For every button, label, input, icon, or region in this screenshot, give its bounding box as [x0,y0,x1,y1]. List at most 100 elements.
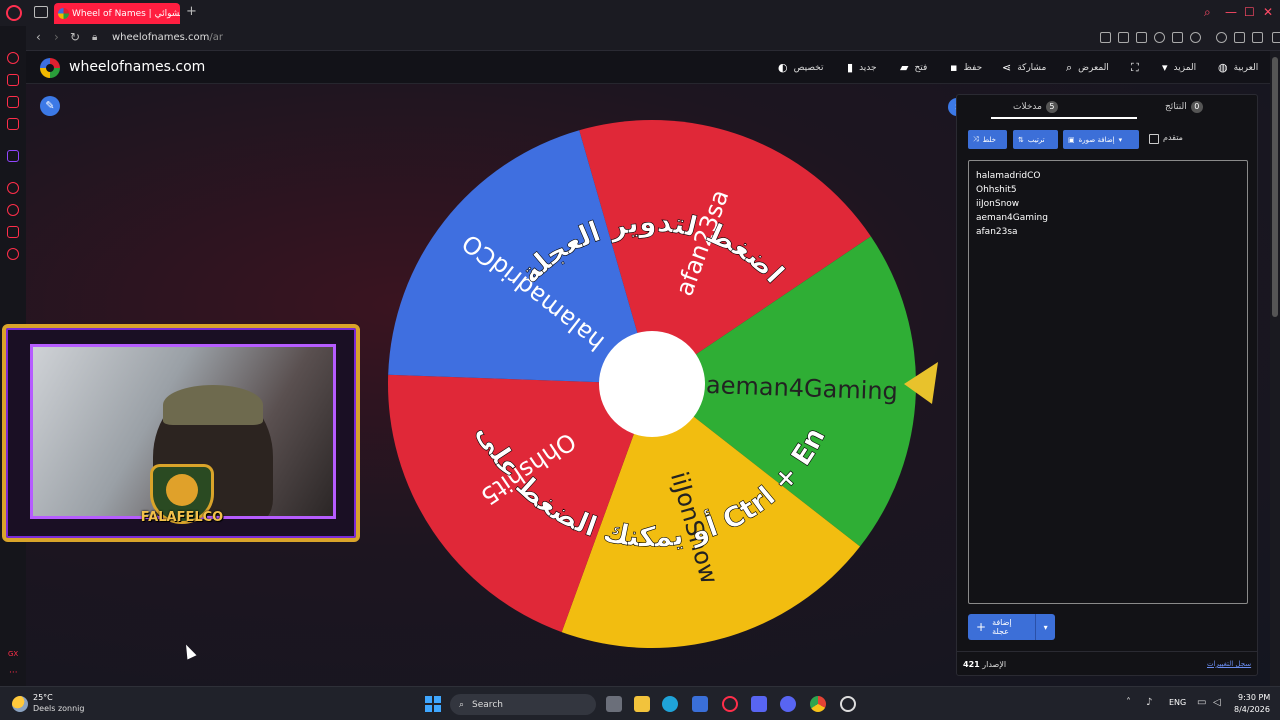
weather-description[interactable]: Deels zonnig [33,704,84,713]
shopping-icon[interactable] [7,74,19,86]
snapshot-icon[interactable] [1118,32,1129,43]
gx-icon[interactable]: GX [8,650,18,658]
vpn-icon[interactable] [1136,32,1147,43]
wheel-graphic[interactable]: afan23saaeman4GamingiiJonSnowOhhshit5hal… [376,92,938,650]
twitch-icon[interactable] [7,150,19,162]
settings-icon[interactable] [7,248,19,260]
new-menu[interactable]: ▮ جديد [847,61,877,74]
more-menu[interactable]: ▾ المزيد [1162,61,1196,74]
menu-label: جديد [859,62,877,73]
edit-pencil-button[interactable]: ✎ [40,96,60,116]
menu-label: المعرض [1078,63,1109,73]
fullscreen-button[interactable]: ⛶ [1131,61,1139,75]
menu-label: مشاركة [1017,62,1047,73]
list-item[interactable]: halamadridCO [976,169,1240,183]
mail-icon[interactable] [7,118,19,130]
opera-logo-icon[interactable] [6,5,22,21]
site-name[interactable]: wheelofnames.com [69,59,205,75]
add-wheel-button[interactable]: + إضافة عجلة ▾ [968,614,1055,640]
page-scrollbar[interactable] [1270,51,1280,686]
add-image-button[interactable]: ▣ إضافة صورة ▾ [1063,130,1139,149]
changelog-link[interactable]: سجل التغييرات [1207,660,1251,668]
task-view-icon[interactable] [606,696,622,712]
share-menu[interactable]: ⋖ مشاركة [1002,61,1046,74]
chrome-icon[interactable] [810,696,826,712]
badge-mascot-icon [166,474,198,506]
download-icon[interactable] [1234,32,1245,43]
edge-icon[interactable] [662,696,678,712]
tab-results[interactable]: النتائج 0 [1165,101,1203,113]
maximize-button[interactable]: ☐ [1244,5,1255,19]
active-browser-tab[interactable]: Wheel of Names | العشوائي [54,3,180,24]
player-sidebar-icon[interactable] [7,182,19,194]
reload-button[interactable]: ↻ [70,30,80,44]
speed-dial-icon[interactable] [7,52,19,64]
caret-down-icon: ▾ [1162,61,1168,74]
taskbar-search[interactable]: ⌕ Search [450,694,596,715]
history-icon[interactable] [7,204,19,216]
search-label: Search [472,699,503,710]
workspaces-icon[interactable] [34,6,48,18]
ai-icon[interactable] [1252,32,1263,43]
player-icon[interactable] [1172,32,1183,43]
lock-icon[interactable]: 🔒︎ [92,32,97,43]
falafelco-badge: FALAFELCO [132,464,232,544]
sort-button[interactable]: ⇅ ترتيب [1013,130,1058,149]
save-menu[interactable]: ▪ حفظ [950,61,982,74]
tray-overflow-icon[interactable]: ˄ [1126,697,1131,708]
discord-icon[interactable] [780,696,796,712]
weather-icon[interactable] [12,696,28,712]
gallery-menu[interactable]: ⌕ المعرض [1066,61,1109,75]
wheel-center[interactable] [599,331,705,437]
messenger-icon[interactable] [7,96,19,108]
more-sidebar-icon[interactable]: ··· [9,668,18,678]
search-icon: ⌕ [1066,61,1073,74]
network-icon[interactable]: ▭ [1197,697,1206,708]
clock-time[interactable]: 9:30 PM [1238,693,1270,702]
extensions-sidebar-icon[interactable] [7,226,19,238]
bookmark-icon[interactable] [1100,32,1111,43]
list-item[interactable]: aeman4Gaming [976,211,1240,225]
volume-icon[interactable]: ◁ [1213,697,1221,708]
heart-icon[interactable] [1190,32,1201,43]
start-button[interactable] [425,696,441,712]
sort-icon: ⇅ [1018,135,1024,144]
url-field[interactable]: wheelofnames.com/ar [112,32,223,43]
extension-icon[interactable] [1154,32,1165,43]
new-tab-button[interactable]: + [186,4,197,19]
language-indicator[interactable]: ENG [1169,698,1186,707]
weather-temperature[interactable]: 25°C [33,693,53,702]
store-icon[interactable] [692,696,708,712]
list-item[interactable]: Ohhshit5 [976,183,1240,197]
opera-gx-taskbar-icon[interactable] [722,696,738,712]
language-menu[interactable]: ◍ العربية [1218,61,1258,74]
shuffle-button[interactable]: ⤨ خلط [968,130,1007,149]
advanced-checkbox[interactable] [1149,134,1159,144]
back-button[interactable]: ‹ [36,30,41,44]
add-wheel-main[interactable]: + إضافة عجلة [968,614,1037,640]
file-explorer-icon[interactable] [634,696,650,712]
entries-textarea[interactable]: halamadridCO Ohhshit5 iiJonSnow aeman4Ga… [968,160,1248,604]
search-tabs-icon[interactable]: ⌕ [1204,5,1211,20]
forward-button[interactable]: › [54,30,59,44]
results-count-badge: 0 [1190,101,1203,113]
menu-icon[interactable] [1272,32,1280,43]
list-item[interactable]: afan23sa [976,225,1240,239]
add-wheel-dropdown-icon[interactable]: ▾ [1036,623,1055,632]
clock-date[interactable]: 8/4/2026 [1234,705,1270,714]
scrollbar-thumb[interactable] [1272,57,1278,317]
close-window-button[interactable]: ✕ [1263,5,1273,19]
tab-entries[interactable]: مدخلات 5 [1013,101,1058,113]
open-menu[interactable]: ▰ فتح [900,61,927,74]
minimize-button[interactable]: — [1225,5,1237,19]
microphone-icon[interactable]: ♪ [1146,697,1152,708]
customize-menu[interactable]: ◐ تخصيص [778,61,823,74]
streaming-app-icon[interactable] [751,696,767,712]
site-logo-icon[interactable] [40,58,60,78]
app-icon[interactable] [840,696,856,712]
spin-wheel[interactable]: afan23sa aeman4Gaming iiJonSnow Ohhshit5 hal… [376,92,938,650]
list-item[interactable]: iiJonSnow [976,197,1240,211]
profile-icon[interactable] [1216,32,1227,43]
add-wheel-label: إضافة عجلة [992,618,1012,636]
folder-icon: ▰ [900,61,909,74]
